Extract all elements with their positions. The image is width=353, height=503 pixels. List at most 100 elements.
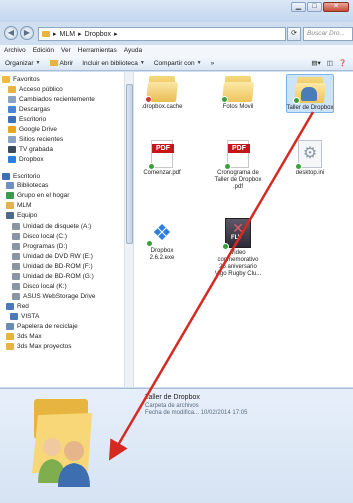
file-item[interactable]: PDF Comenzar.pdf [138,140,186,177]
file-item-selected[interactable]: Taller de Dropbox [286,74,334,113]
nav-item[interactable]: Papelera de reciclaje [6,323,78,330]
nav-item[interactable]: 3ds Max [6,333,42,340]
nav-item[interactable]: Cambiados recientemente [8,96,95,103]
file-item[interactable]: .dropbox.cache [138,74,186,111]
nav-scrollbar[interactable] [124,72,133,387]
menu-archivo[interactable]: Archivo [4,45,26,56]
nav-item-label: Papelera de reciclaje [17,323,78,330]
nav-item-label: Dropbox [19,156,44,163]
breadcrumb-mlm[interactable]: MLM [60,31,76,38]
back-button[interactable]: ◀ [4,26,18,40]
file-name: Fotos Movil [222,104,254,110]
nav-item-label: Sitios recientes [19,136,64,143]
file-name: Dropbox 2.6.2.exe [149,248,175,261]
nav-item[interactable]: Programas (D:) [12,243,67,250]
scrollbar-thumb[interactable] [126,84,133,244]
include-library-button[interactable]: Incluir en biblioteca ▼ [82,60,145,67]
nav-item[interactable]: Unidad de DVD RW (E:) [12,253,93,260]
folder-icon [221,74,255,103]
view-controls: ▤▾ ◫ ❓ [311,59,353,67]
nav-item[interactable]: Equipo [6,212,37,219]
nav-item-label: VISTA [21,313,40,320]
nav-item-label: Unidad de DVD RW (E:) [23,253,93,260]
nav-item[interactable]: Dropbox [8,156,44,163]
menu-ver[interactable]: Ver [61,45,71,56]
synced-check-icon [295,163,302,170]
file-item[interactable]: ⚙ desktop.ini [286,140,334,177]
nav-item[interactable]: Google Drive [8,126,57,133]
menu-edicion[interactable]: Edición [33,45,54,56]
include-label: Incluir en biblioteca [82,59,138,67]
organize-button[interactable]: Organizar ▼ [5,60,41,67]
menu-herramientas[interactable]: Herramientas [78,45,117,56]
drive-icon [12,233,20,240]
drive-icon [12,243,20,250]
nav-item[interactable]: Escritorio [8,116,46,123]
detail-type: Carpeta de archivos [145,403,199,409]
nav-item[interactable]: 3ds Max proyectos [6,343,72,350]
nav-item-label: Unidad de BD-ROM (G:) [23,273,94,280]
preview-pane-icon[interactable]: ◫ [327,59,333,67]
nav-item-label: Descargas [19,106,51,113]
nav-item[interactable]: Bibliotecas [6,182,48,189]
forward-button[interactable]: ▶ [20,26,34,40]
folder-icon [6,182,14,189]
nav-item[interactable]: Disco local (K:) [12,283,67,290]
organize-label: Organizar [5,59,34,67]
open-button[interactable]: Abrir [49,60,73,67]
nav-item[interactable]: Acceso público [8,86,63,93]
details-pane: Taller de Dropbox Carpeta de archivos Fe… [0,388,353,503]
nav-item-label: MLM [17,202,32,209]
drive-icon [12,293,20,300]
refresh-button[interactable]: ⟳ [287,27,301,41]
address-row: ◀ ▶ ▸ MLM ▸ Dropbox ▸ ⟳ Buscar Dro... [0,24,353,44]
flv-icon: ✕ FLV [222,218,251,250]
nav-item[interactable]: Unidad de disquete (A:) [12,223,91,230]
nav-item-label: Cambiados recientemente [19,96,95,103]
nav-item-label: Google Drive [19,126,57,133]
network-icon [6,303,14,310]
file-name: Video conmemorativo 25 aniversario Vigo … [214,250,262,277]
menu-ayuda[interactable]: Ayuda [124,45,142,56]
sync-error-icon [145,96,152,103]
nav-item[interactable]: Sitios recientes [8,136,63,143]
file-item[interactable]: PDF Cronograma de Taller de Dropbox .pdf [214,140,262,191]
nav-item[interactable]: VISTA [10,313,39,320]
nav-item[interactable]: Red [6,303,29,310]
recycle-bin-icon [6,323,14,330]
drive-icon [12,223,20,230]
detail-date-value: 10/02/2014 17:05 [200,410,248,416]
network-icon [10,313,18,320]
pdf-badge: PDF [152,144,174,153]
nav-item[interactable]: MLM [6,202,31,209]
breadcrumb-separator: ▸ [114,31,118,38]
close-button[interactable]: ✕ [323,2,349,12]
nav-item-label: TV grabada [19,146,53,153]
file-item[interactable]: Fotos Movil [214,74,262,111]
chevron-down-icon: ▼ [35,60,41,66]
help-icon[interactable]: ❓ [339,59,347,67]
nav-item[interactable]: Unidad de BD-ROM (G:) [12,273,94,280]
nav-item[interactable]: Favoritos [2,76,40,83]
nav-item[interactable]: Grupo en el hogar [6,192,69,199]
command-bar: Organizar ▼ Abrir Incluir en biblioteca ▼ … [0,56,353,71]
share-button[interactable]: Compartir con ▼ [154,60,202,67]
detail-date: Fecha de modifica... 10/02/2014 17:05 [145,410,247,416]
view-options-icon[interactable]: ▤▾ [311,59,320,67]
nav-item[interactable]: TV grabada [8,146,53,153]
file-name: desktop.ini [295,170,325,176]
nav-item[interactable]: Descargas [8,106,50,113]
file-item[interactable]: ❖ Dropbox 2.6.2.exe [138,220,186,262]
maximize-button[interactable]: □ [307,2,322,12]
nav-item[interactable]: Unidad de BD-ROM (F:) [12,263,93,270]
nav-item[interactable]: Disco local (C:) [12,233,67,240]
address-bar[interactable]: ▸ MLM ▸ Dropbox ▸ [38,27,286,41]
file-item[interactable]: ✕ FLV Video conmemorativo 25 aniversario … [214,218,262,278]
share-label: Compartir con [153,59,195,67]
search-input[interactable]: Buscar Dro... [303,27,353,41]
nav-item[interactable]: Escritorio [2,173,40,180]
breadcrumb-dropbox[interactable]: Dropbox [85,31,111,38]
nav-item[interactable]: ASUS WebStorage Drive [12,293,96,300]
minimize-button[interactable]: ▁ [291,2,306,12]
more-button[interactable]: » [211,60,215,67]
